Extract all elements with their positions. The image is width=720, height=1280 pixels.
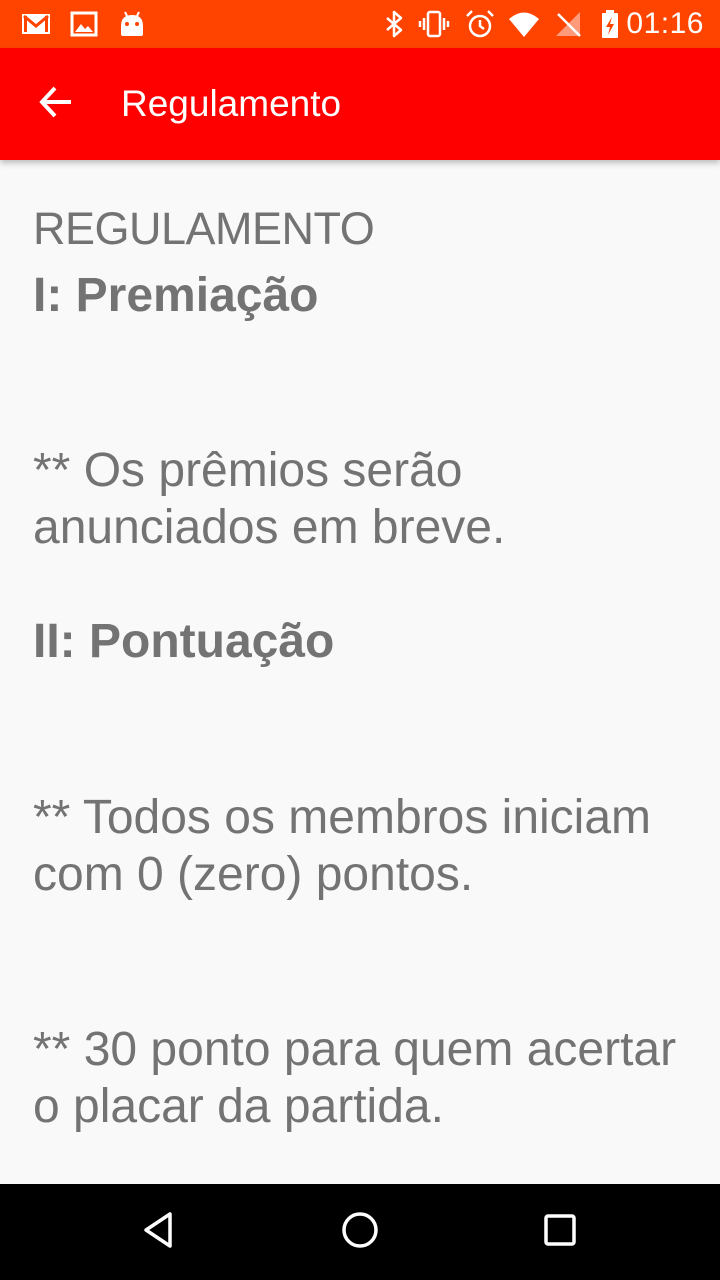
regulation-content: REGULAMENTO I: Premiação ** Os prêmios s…	[33, 160, 693, 1184]
status-time: 01:16	[626, 7, 704, 40]
gallery-icon	[68, 8, 100, 40]
recents-square-icon	[540, 1210, 580, 1255]
wifi-icon	[508, 8, 540, 40]
back-triangle-icon	[140, 1210, 180, 1255]
app-bar: Regulamento	[0, 48, 720, 160]
status-bar: 01:16	[0, 0, 720, 48]
bluetooth-icon	[378, 8, 410, 40]
nav-home-button[interactable]	[324, 1196, 396, 1268]
nav-back-button[interactable]	[124, 1196, 196, 1268]
vibrate-icon	[418, 8, 450, 40]
android-icon	[116, 8, 148, 40]
back-button[interactable]	[22, 70, 90, 138]
paragraph-membros: ** Todos os membros iniciam com 0 (zero)…	[33, 791, 652, 901]
gmail-icon	[20, 8, 52, 40]
page-title: Regulamento	[121, 83, 342, 124]
nav-recents-button[interactable]	[524, 1196, 596, 1268]
battery-charging-icon	[594, 8, 626, 40]
section-title-pontuacao: II: Pontuação	[33, 615, 335, 668]
navigation-bar	[0, 1184, 720, 1280]
document-heading: REGULAMENTO	[33, 203, 375, 254]
no-signal-icon	[552, 8, 584, 40]
paragraph-placar: ** 30 ponto para quem acertar o placar d…	[33, 1023, 677, 1133]
section-title-premiacao: I: Premiação	[33, 269, 319, 322]
arrow-back-icon	[38, 84, 74, 125]
home-circle-icon	[340, 1210, 380, 1255]
alarm-icon	[464, 8, 496, 40]
paragraph-premios: ** Os prêmios serão anunciados em breve.	[33, 444, 506, 554]
